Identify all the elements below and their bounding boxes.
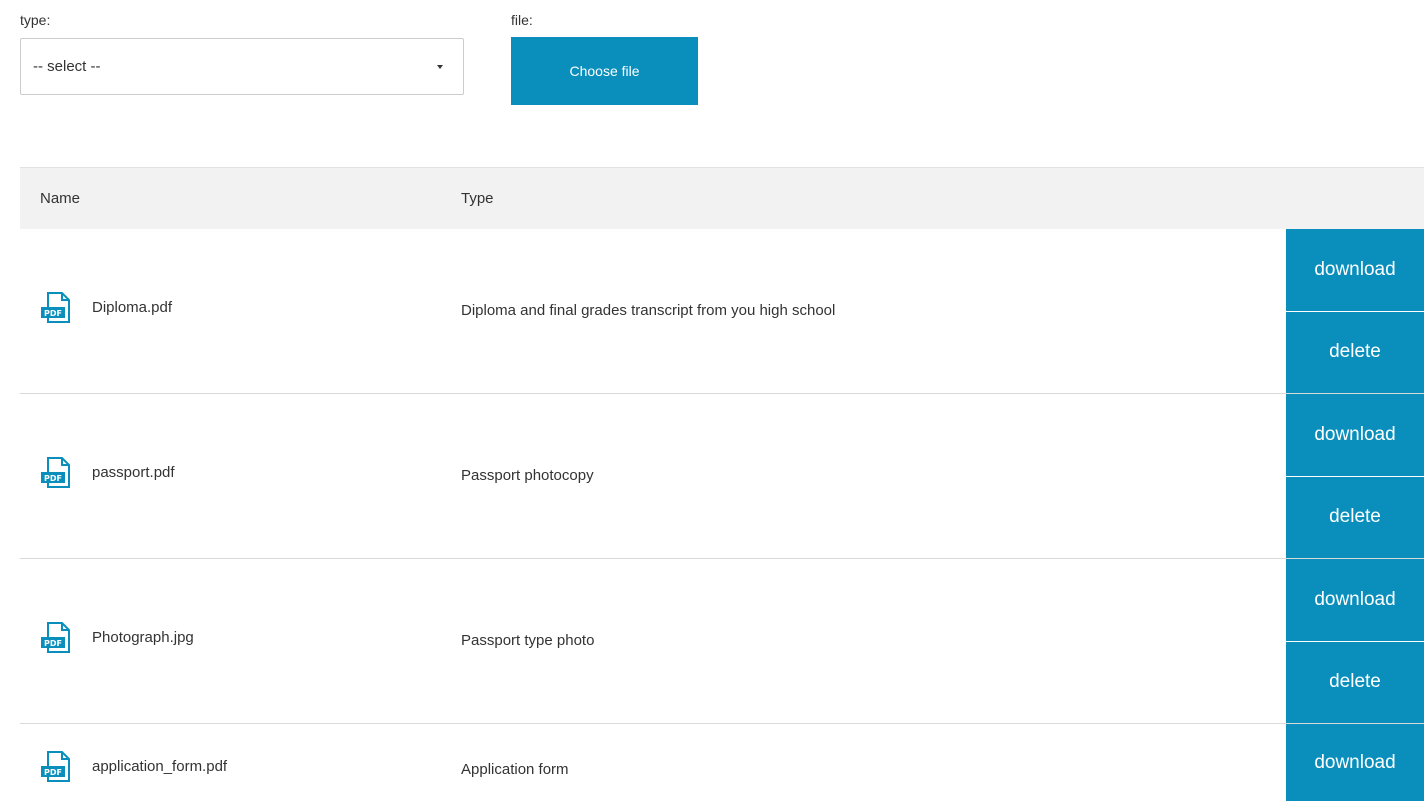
file-name: application_form.pdf xyxy=(92,758,228,775)
file-type: Application form xyxy=(461,761,569,778)
documents-table: Name Type PDF Diploma.pdf Diploma and fi… xyxy=(20,167,1424,801)
table-row: PDF Diploma.pdf Diploma and final grades… xyxy=(20,229,1424,394)
table-row: PDF passport.pdf Passport photocopy down… xyxy=(20,394,1424,559)
pdf-file-icon: PDF xyxy=(41,622,70,653)
svg-text:PDF: PDF xyxy=(44,309,62,318)
file-name: Diploma.pdf xyxy=(92,299,173,316)
file-type: Diploma and final grades transcript from… xyxy=(461,302,836,319)
svg-text:PDF: PDF xyxy=(44,639,62,648)
svg-text:PDF: PDF xyxy=(44,474,62,483)
file-type: Passport type photo xyxy=(461,632,595,649)
type-select[interactable]: -- select -- xyxy=(20,38,464,95)
row-actions: download delete xyxy=(1286,559,1424,723)
column-header-type: Type xyxy=(461,190,494,207)
row-actions: download xyxy=(1286,724,1424,801)
table-row: PDF Photograph.jpg Passport type photo d… xyxy=(20,559,1424,724)
file-label: file: xyxy=(511,12,533,28)
caret-down-icon xyxy=(437,65,443,69)
table-header: Name Type xyxy=(20,167,1424,229)
choose-file-button[interactable]: Choose file xyxy=(511,37,698,105)
row-actions: download delete xyxy=(1286,394,1424,558)
type-select-value: -- select -- xyxy=(33,58,101,75)
download-button[interactable]: download xyxy=(1286,394,1424,476)
download-button[interactable]: download xyxy=(1286,229,1424,311)
download-button[interactable]: download xyxy=(1286,724,1424,801)
pdf-file-icon: PDF xyxy=(41,457,70,488)
download-button[interactable]: download xyxy=(1286,559,1424,641)
file-name: passport.pdf xyxy=(92,464,175,481)
pdf-file-icon: PDF xyxy=(41,751,70,782)
file-type: Passport photocopy xyxy=(461,467,594,484)
delete-button[interactable]: delete xyxy=(1286,310,1424,393)
row-actions: download delete xyxy=(1286,229,1424,393)
delete-button[interactable]: delete xyxy=(1286,640,1424,723)
svg-text:PDF: PDF xyxy=(44,768,62,777)
file-name: Photograph.jpg xyxy=(92,629,194,646)
table-row: PDF application_form.pdf Application for… xyxy=(20,724,1424,801)
delete-button[interactable]: delete xyxy=(1286,475,1424,558)
column-header-name: Name xyxy=(40,190,81,207)
type-label: type: xyxy=(20,12,51,28)
pdf-file-icon: PDF xyxy=(41,292,70,323)
